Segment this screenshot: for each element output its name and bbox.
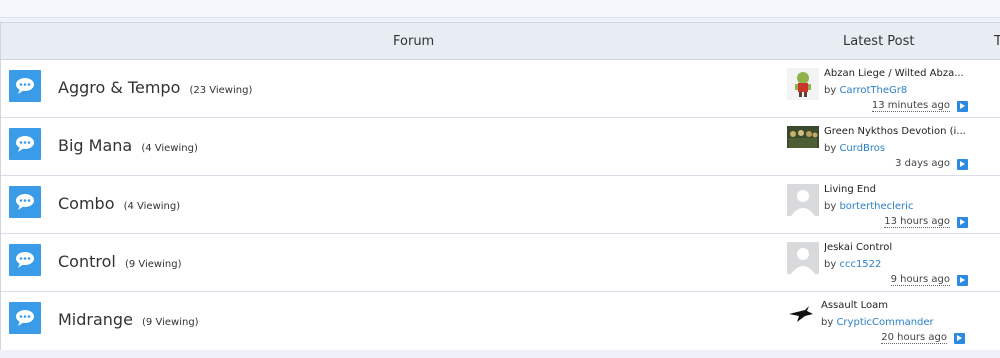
- latest-post-time: 13 minutes ago: [871, 100, 950, 112]
- chat-bubble-icon[interactable]: [9, 186, 41, 218]
- latest-post-author: by ccc1522: [824, 259, 881, 270]
- latest-post-time: 3 days ago: [895, 158, 950, 169]
- latest-post-title[interactable]: Green Nykthos Devotion (i...: [824, 126, 966, 137]
- group-avatar[interactable]: [787, 126, 819, 148]
- top-strip: [0, 0, 1000, 18]
- header-topics: T: [994, 34, 1000, 49]
- forum-title-link[interactable]: Big Mana: [58, 136, 132, 155]
- goblin-avatar[interactable]: [787, 68, 819, 100]
- forum-title-wrap: Midrange (9 Viewing): [58, 310, 199, 329]
- author-link[interactable]: ccc1522: [839, 259, 881, 270]
- viewing-count: (9 Viewing): [124, 259, 182, 270]
- forum-title-wrap: Control (9 Viewing): [58, 252, 181, 271]
- header-forum: Forum: [393, 34, 435, 49]
- forum-title-wrap: Combo (4 Viewing): [58, 194, 180, 213]
- bird-avatar[interactable]: [785, 300, 817, 332]
- forum-row: Midrange (9 Viewing) Assault Loam by Cry…: [1, 292, 1000, 350]
- chat-bubble-icon[interactable]: [9, 244, 41, 276]
- latest-post-time: 13 hours ago: [884, 216, 950, 228]
- latest-post-author: by borterthecleric: [824, 201, 913, 212]
- header-latest-post: Latest Post: [843, 34, 915, 49]
- latest-post-author: by CarrotTheGr8: [824, 85, 907, 96]
- author-link[interactable]: CrypticCommander: [836, 317, 933, 328]
- forum-title-link[interactable]: Combo: [58, 194, 115, 213]
- author-link[interactable]: borterthecleric: [839, 201, 913, 212]
- go-to-post-icon[interactable]: [957, 159, 968, 170]
- forum-title-wrap: Big Mana (4 Viewing): [58, 136, 198, 155]
- go-to-post-icon[interactable]: [957, 101, 968, 112]
- viewing-count: (4 Viewing): [123, 201, 181, 212]
- forum-title-link[interactable]: Aggro & Tempo: [58, 78, 180, 97]
- forum-row: Aggro & Tempo (23 Viewing) Abzan Liege /…: [1, 60, 1000, 118]
- latest-post-author: by CurdBros: [824, 143, 885, 154]
- forum-row: Combo (4 Viewing) Living End by borterth…: [1, 176, 1000, 234]
- author-link[interactable]: CarrotTheGr8: [839, 85, 907, 96]
- go-to-post-icon[interactable]: [954, 333, 965, 344]
- latest-post-title[interactable]: Living End: [824, 184, 876, 195]
- latest-post-title[interactable]: Abzan Liege / Wilted Abza...: [824, 68, 964, 79]
- default-avatar[interactable]: [787, 242, 819, 274]
- forum-row: Big Mana (4 Viewing) Green Nykthos Devot…: [1, 118, 1000, 176]
- author-link[interactable]: CurdBros: [839, 143, 885, 154]
- forum-title-wrap: Aggro & Tempo (23 Viewing): [58, 78, 252, 97]
- table-header: Forum Latest Post T: [1, 23, 1000, 60]
- by-label: by: [824, 201, 837, 212]
- forum-title-link[interactable]: Midrange: [58, 310, 133, 329]
- forum-row: Control (9 Viewing) Jeskai Control by cc…: [1, 234, 1000, 292]
- chat-bubble-icon[interactable]: [9, 70, 41, 102]
- latest-post-time: 9 hours ago: [890, 274, 950, 286]
- viewing-count: (23 Viewing): [189, 85, 253, 96]
- forum-table: Forum Latest Post T Aggro & Tempo (23 Vi…: [0, 22, 1000, 350]
- chat-bubble-icon[interactable]: [9, 128, 41, 160]
- by-label: by: [824, 259, 837, 270]
- go-to-post-icon[interactable]: [957, 217, 968, 228]
- latest-post-author: by CrypticCommander: [821, 317, 934, 328]
- default-avatar[interactable]: [787, 184, 819, 216]
- forum-title-link[interactable]: Control: [58, 252, 116, 271]
- latest-post-title[interactable]: Jeskai Control: [824, 242, 892, 253]
- by-label: by: [821, 317, 834, 328]
- by-label: by: [824, 85, 837, 96]
- chat-bubble-icon[interactable]: [9, 302, 41, 334]
- viewing-count: (9 Viewing): [142, 317, 199, 328]
- latest-post-time: 20 hours ago: [881, 332, 947, 344]
- latest-post-title[interactable]: Assault Loam: [821, 300, 888, 311]
- viewing-count: (4 Viewing): [141, 143, 198, 154]
- by-label: by: [824, 143, 837, 154]
- go-to-post-icon[interactable]: [957, 275, 968, 286]
